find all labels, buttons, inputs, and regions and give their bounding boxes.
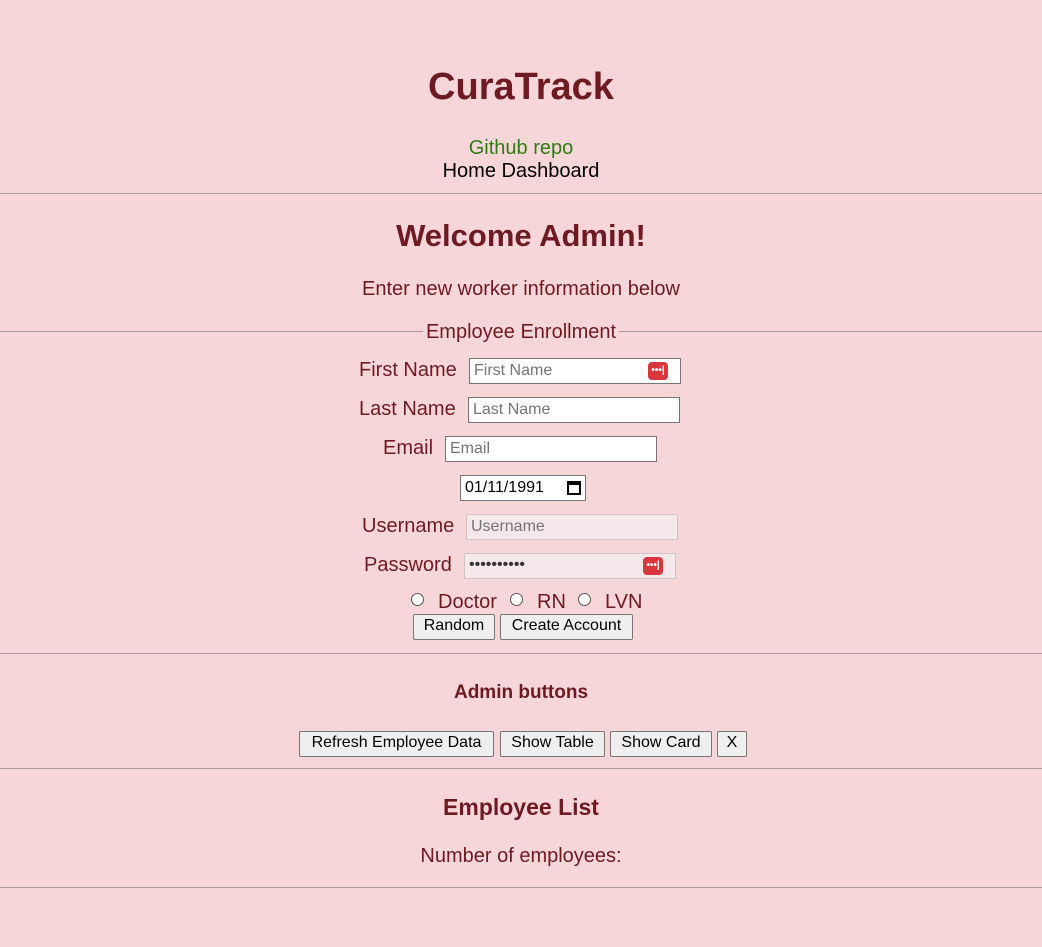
username-input[interactable]: Username [466,514,678,540]
divider [0,653,1042,654]
password-manager-icon[interactable]: •••| [643,557,663,575]
welcome-subtitle: Enter new worker information below [362,278,680,300]
role-lvn-radio[interactable] [578,593,591,606]
last-name-placeholder: Last Name [473,401,551,418]
first-name-placeholder: First Name [474,362,553,379]
last-name-input[interactable]: Last Name [468,397,680,423]
divider [0,768,1042,769]
role-doctor-label: Doctor [438,591,497,613]
divider [0,887,1042,888]
welcome-heading: Welcome Admin! [396,218,646,253]
role-lvn-label: LVN [605,591,643,613]
role-rn-label: RN [537,591,566,613]
enrollment-legend: Employee Enrollment [422,321,620,343]
refresh-employee-data-button[interactable]: Refresh Employee Data [299,731,494,757]
admin-buttons-heading: Admin buttons [453,682,589,703]
username-label: Username [362,515,455,537]
divider [0,193,1042,194]
employee-list-heading: Employee List [443,794,599,820]
employee-count-label: Number of employees: [420,845,622,867]
first-name-label: First Name [359,359,457,381]
email-placeholder: Email [450,440,491,457]
role-doctor-radio[interactable] [411,593,424,606]
password-manager-icon[interactable]: •••| [648,362,668,380]
create-account-button[interactable]: Create Account [500,614,633,640]
password-label: Password [364,554,452,576]
github-repo-link[interactable]: Github repo [0,137,1042,159]
random-button[interactable]: Random [413,614,495,640]
nav-dashboard-link[interactable]: Dashboard [502,160,600,182]
close-button[interactable]: X [717,731,747,757]
last-name-label: Last Name [359,398,456,420]
email-label: Email [383,437,434,459]
show-card-button[interactable]: Show Card [610,731,712,757]
app-title: CuraTrack [428,66,614,108]
nav-home-link[interactable]: Home [443,160,496,182]
first-name-input[interactable]: First Name •••| [469,358,681,384]
show-table-button[interactable]: Show Table [500,731,605,757]
birthdate-value: 01/11/1991 [465,479,544,496]
calendar-icon[interactable] [567,481,581,495]
password-input[interactable]: •••••••••• •••| [464,553,676,579]
username-placeholder: Username [471,518,545,535]
birthdate-input[interactable]: 01/11/1991 [460,475,586,501]
main-nav: Home Dashboard [0,160,1042,182]
role-rn-radio[interactable] [510,593,523,606]
page: CuraTrack Github repo Home Dashboard Wel… [0,0,1042,947]
password-masked-value: •••••••••• [469,556,526,573]
enrollment-fieldset: Employee Enrollment [0,320,1042,344]
email-input[interactable]: Email [445,436,657,462]
